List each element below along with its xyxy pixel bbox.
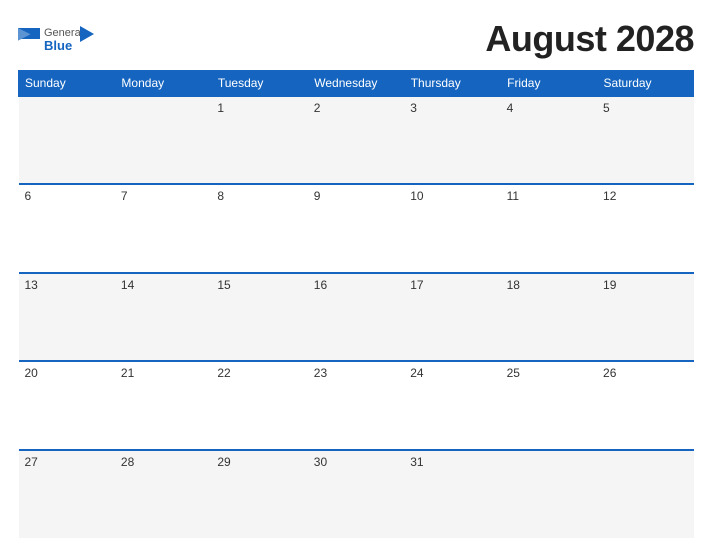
calendar-page: General Blue August 2028 Sunday Monday T… [0,0,712,550]
day-cell: 21 [115,361,211,449]
day-cell [597,450,693,538]
day-cell: 1 [211,96,307,184]
week-row-1: 1 2 3 4 5 [19,96,694,184]
day-cell: 23 [308,361,404,449]
weekday-header-row: Sunday Monday Tuesday Wednesday Thursday… [19,71,694,97]
svg-text:Blue: Blue [44,38,72,53]
week-row-2: 6 7 8 9 10 11 12 [19,184,694,272]
day-cell: 20 [19,361,115,449]
day-cell: 15 [211,273,307,361]
day-cell: 3 [404,96,500,184]
generalblue-logo: General Blue [44,24,96,54]
week-row-5: 27 28 29 30 31 [19,450,694,538]
day-cell: 10 [404,184,500,272]
day-cell: 13 [19,273,115,361]
day-cell: 8 [211,184,307,272]
header-sunday: Sunday [19,71,115,97]
day-cell [115,96,211,184]
calendar-header: General Blue August 2028 [18,18,694,60]
header-tuesday: Tuesday [211,71,307,97]
day-cell: 16 [308,273,404,361]
day-cell: 6 [19,184,115,272]
day-cell: 17 [404,273,500,361]
day-cell: 2 [308,96,404,184]
day-cell: 11 [501,184,597,272]
header-friday: Friday [501,71,597,97]
header-monday: Monday [115,71,211,97]
day-cell: 14 [115,273,211,361]
day-cell: 4 [501,96,597,184]
day-cell: 7 [115,184,211,272]
calendar-table: Sunday Monday Tuesday Wednesday Thursday… [18,70,694,538]
week-row-3: 13 14 15 16 17 18 19 [19,273,694,361]
calendar-title: August 2028 [485,18,694,60]
day-cell: 28 [115,450,211,538]
day-cell: 5 [597,96,693,184]
day-cell: 29 [211,450,307,538]
logo-container: General Blue [44,24,96,54]
day-cell: 30 [308,450,404,538]
header-wednesday: Wednesday [308,71,404,97]
header-thursday: Thursday [404,71,500,97]
week-row-4: 20 21 22 23 24 25 26 [19,361,694,449]
day-cell: 9 [308,184,404,272]
day-cell: 31 [404,450,500,538]
day-cell: 12 [597,184,693,272]
day-cell: 19 [597,273,693,361]
header-saturday: Saturday [597,71,693,97]
day-cell: 27 [19,450,115,538]
day-cell: 26 [597,361,693,449]
day-cell: 24 [404,361,500,449]
day-cell: 22 [211,361,307,449]
logo: General Blue [18,24,96,54]
day-cell [501,450,597,538]
day-cell: 25 [501,361,597,449]
logo-icon [18,28,40,50]
day-cell [19,96,115,184]
day-cell: 18 [501,273,597,361]
